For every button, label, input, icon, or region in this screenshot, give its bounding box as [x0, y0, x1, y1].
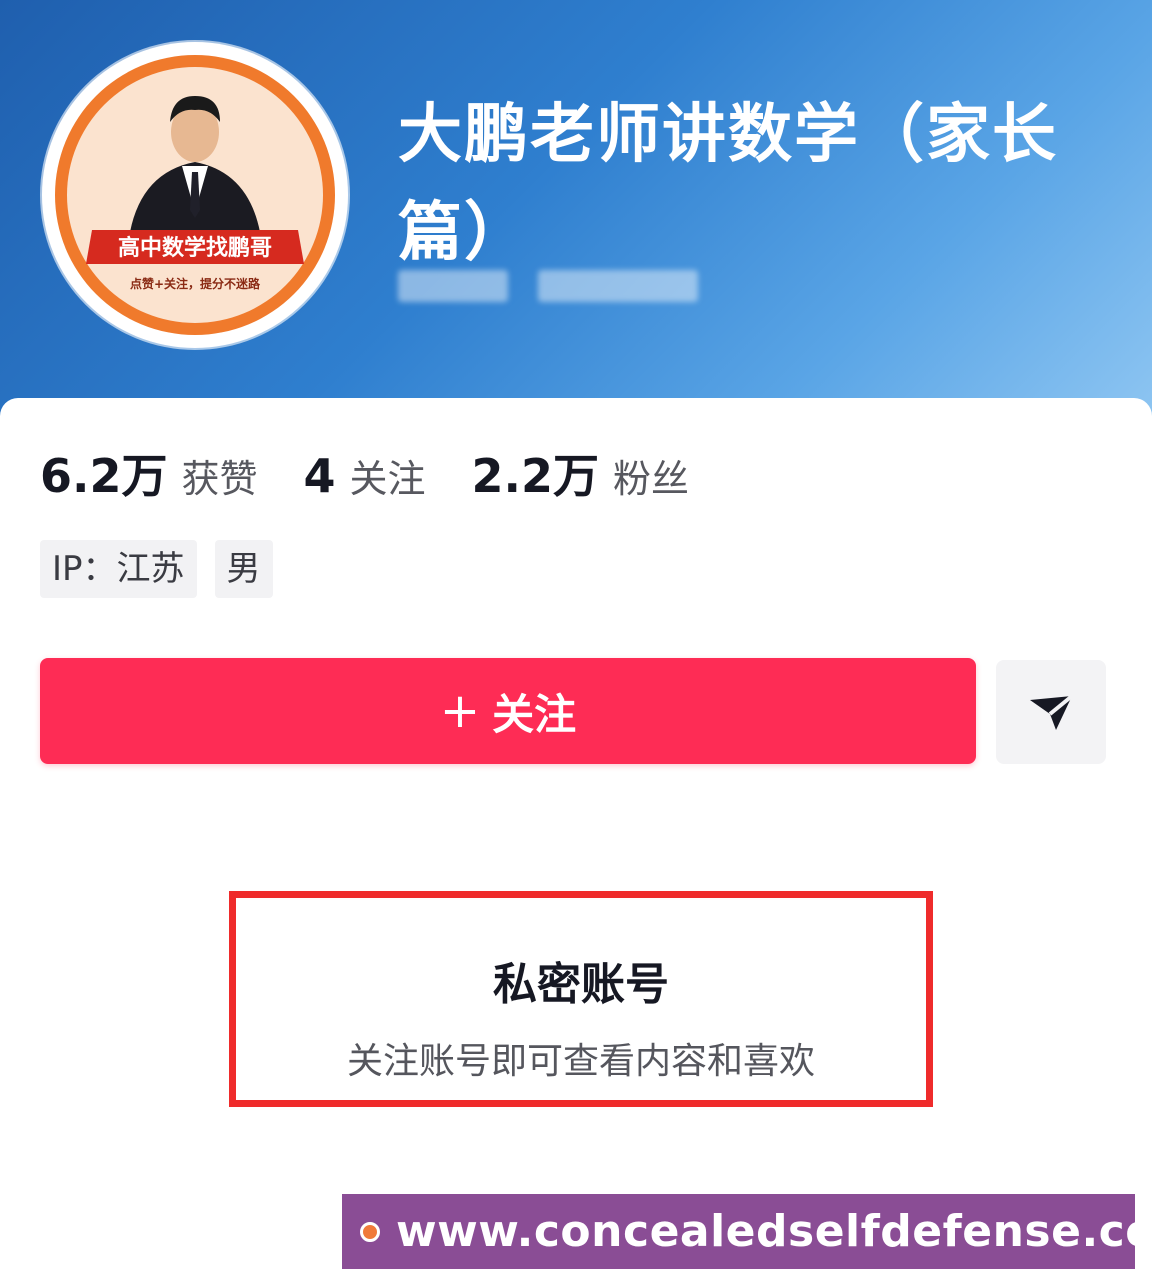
share-button[interactable] [996, 660, 1106, 764]
private-account-subtitle: 关注账号即可查看内容和喜欢 [346, 1041, 815, 1082]
follow-button-label: 关注 [492, 689, 577, 739]
stat-following[interactable]: 4 关注 [304, 448, 426, 503]
avatar[interactable]: 高中数学找鹏哥 点赞+关注，提分不迷路 [42, 42, 348, 348]
watermark-dot-icon [360, 1221, 380, 1242]
avatar-caption: 点赞+关注，提分不迷路 [130, 276, 261, 291]
blurred-account-id [398, 270, 708, 304]
stat-followers-label: 粉丝 [613, 457, 690, 501]
send-icon [1030, 694, 1074, 730]
watermark-text: www.concealedselfdefense.com [396, 1206, 1152, 1257]
profile-card [0, 398, 1152, 1286]
watermark-banner: www.concealedselfdefense.com [342, 1194, 1152, 1269]
plus-icon: + [439, 683, 481, 739]
profile-page: 高中数学找鹏哥 点赞+关注，提分不迷路 大鹏老师讲数学（家长篇） 6.2万 获赞… [0, 0, 1152, 1286]
stat-likes[interactable]: 6.2万 获赞 [40, 440, 258, 506]
stat-likes-label: 获赞 [181, 457, 258, 501]
stat-followers[interactable]: 2.2万 粉丝 [472, 440, 690, 506]
follow-button[interactable]: + 关注 [40, 658, 976, 764]
private-account-notice: 私密账号 关注账号即可查看内容和喜欢 [229, 891, 933, 1107]
profile-tags: IP：江苏 男 [40, 540, 273, 598]
profile-name: 大鹏老师讲数学（家长篇） [398, 98, 1058, 270]
stat-following-value: 4 [303, 449, 336, 503]
tag-ip-location: IP：江苏 [40, 540, 197, 598]
stat-followers-value: 2.2万 [471, 449, 600, 503]
avatar-image: 高中数学找鹏哥 点赞+关注，提分不迷路 [55, 55, 335, 335]
private-account-title: 私密账号 [493, 959, 669, 1010]
stat-likes-value: 6.2万 [40, 449, 168, 503]
stat-following-label: 关注 [349, 457, 426, 501]
avatar-ribbon-text: 高中数学找鹏哥 [118, 235, 272, 261]
tag-gender: 男 [214, 540, 273, 598]
profile-stats: 6.2万 获赞 4 关注 2.2万 粉丝 [40, 440, 689, 506]
